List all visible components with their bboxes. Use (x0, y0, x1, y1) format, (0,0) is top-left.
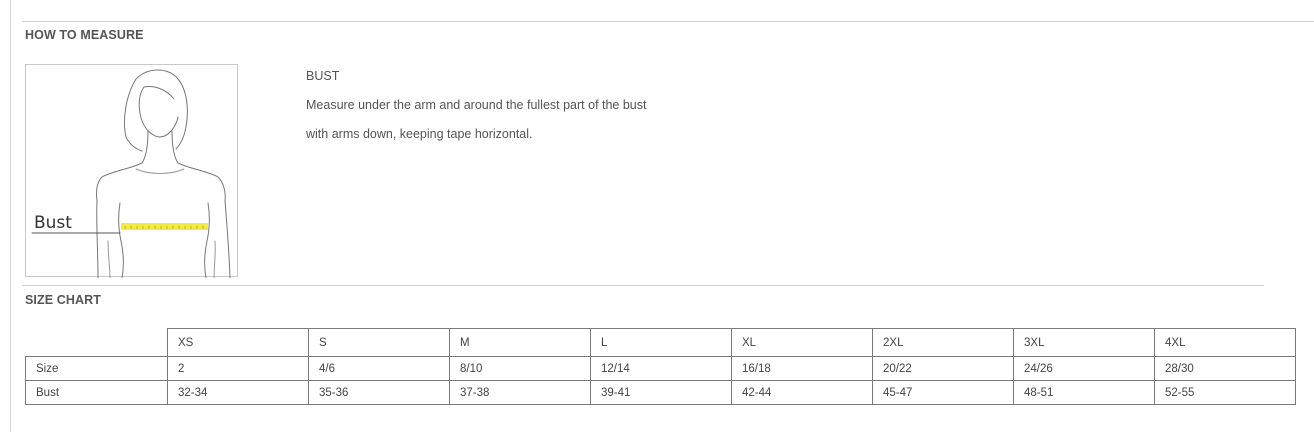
table-cell: 24/26 (1013, 356, 1155, 381)
size-header-cell: 4XL (1154, 328, 1296, 357)
table-cell: 42-44 (731, 380, 873, 405)
bust-instruction-line-2: with arms down, keeping tape horizontal. (306, 127, 533, 141)
size-header-cell: M (449, 328, 591, 357)
table-cell: 4/6 (308, 356, 450, 381)
table-cell: 12/14 (590, 356, 732, 381)
bust-title: BUST (306, 69, 340, 83)
table-cell: 39-41 (590, 380, 732, 405)
table-cell: 35-36 (308, 380, 450, 405)
table-cell: 8/10 (449, 356, 591, 381)
section-divider (22, 285, 1264, 286)
size-header-cell: XL (731, 328, 873, 357)
top-divider (22, 21, 1314, 22)
size-header-cell: 2XL (872, 328, 1014, 357)
table-row: Size 2 4/6 8/10 12/14 16/18 20/22 24/26 … (25, 356, 1296, 381)
row-label-cell: Size (25, 356, 168, 381)
figure-bust-label: Bust (34, 213, 72, 233)
table-cell: 32-34 (167, 380, 309, 405)
size-header-row: XS S M L XL 2XL 3XL 4XL (25, 328, 1296, 357)
empty-corner-cell (25, 328, 168, 357)
size-chart-table: XS S M L XL 2XL 3XL 4XL Size 2 4/6 8/10 … (25, 328, 1296, 405)
bust-instruction-line-1: Measure under the arm and around the ful… (306, 98, 647, 112)
how-to-measure-heading: HOW TO MEASURE (25, 28, 144, 42)
table-cell: 28/30 (1154, 356, 1296, 381)
size-chart-heading: SIZE CHART (25, 293, 101, 307)
size-header-cell: S (308, 328, 450, 357)
table-cell: 48-51 (1013, 380, 1155, 405)
size-header-cell: L (590, 328, 732, 357)
size-header-cell: 3XL (1013, 328, 1155, 357)
bust-measure-illustration (25, 64, 238, 278)
left-border (10, 0, 11, 432)
table-cell: 52-55 (1154, 380, 1296, 405)
table-cell: 2 (167, 356, 309, 381)
row-label-cell: Bust (25, 380, 168, 405)
size-header-cell: XS (167, 328, 309, 357)
table-cell: 45-47 (872, 380, 1014, 405)
table-row: Bust 32-34 35-36 37-38 39-41 42-44 45-47… (25, 380, 1296, 405)
woman-figure-icon (31, 69, 231, 278)
tape-measure-icon (121, 223, 208, 230)
table-cell: 37-38 (449, 380, 591, 405)
table-cell: 20/22 (872, 356, 1014, 381)
table-cell: 16/18 (731, 356, 873, 381)
